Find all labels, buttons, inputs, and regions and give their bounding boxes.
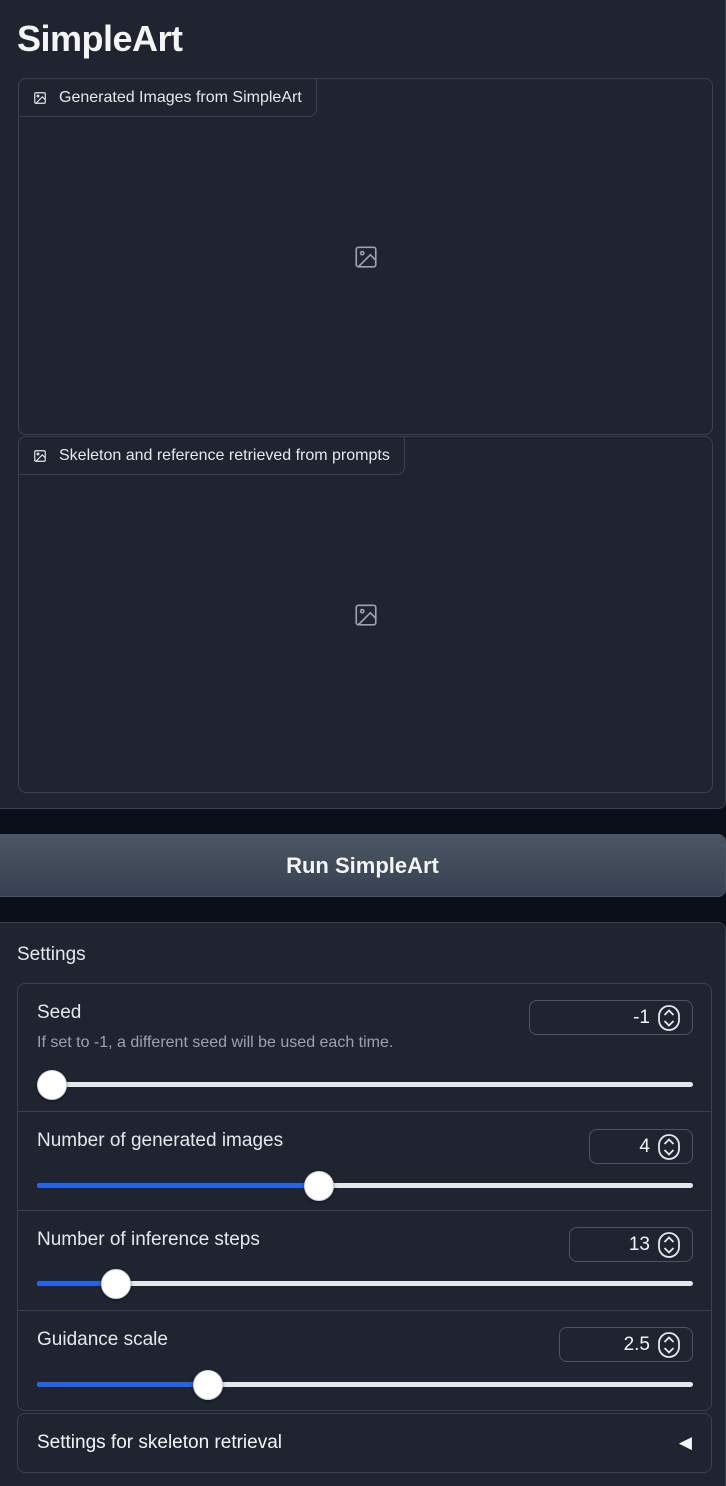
collapse-arrow-icon[interactable]: ◀: [679, 1433, 692, 1453]
seed-number-box[interactable]: [529, 1000, 693, 1035]
num-images-label: Number of generated images: [37, 1130, 284, 1151]
guidance-row: Guidance scale: [18, 1311, 711, 1410]
spinner-icon[interactable]: [658, 1004, 680, 1031]
spinner-icon[interactable]: [658, 1331, 680, 1358]
sliders-group: Seed If set to -1, a different seed will…: [17, 983, 712, 1411]
settings-panel: Settings Seed If set to -1, a different …: [0, 922, 726, 1486]
seed-slider-track[interactable]: [37, 1069, 693, 1100]
num-images-number-box[interactable]: [589, 1129, 693, 1164]
num-steps-number-box[interactable]: [569, 1227, 693, 1262]
spinner-icon[interactable]: [658, 1231, 680, 1258]
generated-images-gallery[interactable]: Generated Images from SimpleArt: [18, 78, 713, 435]
spinner-icon[interactable]: [658, 1133, 680, 1160]
guidance-slider-track[interactable]: [37, 1369, 693, 1400]
num-steps-slider-track[interactable]: [37, 1268, 693, 1299]
settings-title: Settings: [17, 944, 86, 965]
seed-label: Seed: [37, 1002, 82, 1023]
gallery-label-text: Generated Images from SimpleArt: [59, 88, 302, 106]
seed-input[interactable]: [530, 1006, 658, 1029]
seed-slider-thumb[interactable]: [37, 1069, 67, 1100]
seed-row: Seed If set to -1, a different seed will…: [18, 984, 711, 1112]
skeleton-retrieval-accordion[interactable]: Settings for skeleton retrieval ◀: [17, 1413, 712, 1473]
guidance-input[interactable]: [560, 1333, 658, 1356]
num-images-input[interactable]: [590, 1135, 658, 1158]
num-steps-label: Number of inference steps: [37, 1229, 260, 1250]
num-steps-input[interactable]: [570, 1233, 658, 1256]
guidance-number-box[interactable]: [559, 1327, 693, 1362]
num-steps-slider-thumb[interactable]: [100, 1268, 131, 1299]
accordion-label: Settings for skeleton retrieval: [37, 1432, 283, 1453]
image-icon: [33, 449, 47, 463]
gallery-label: Skeleton and reference retrieved from pr…: [18, 436, 405, 475]
app-title: SimpleArt: [17, 18, 183, 59]
gallery-label: Generated Images from SimpleArt: [18, 78, 317, 117]
num-steps-row: Number of inference steps: [18, 1211, 711, 1311]
skeleton-reference-gallery[interactable]: Skeleton and reference retrieved from pr…: [18, 436, 713, 793]
seed-info: If set to -1, a different seed will be u…: [37, 1034, 394, 1051]
num-images-slider-fill: [37, 1183, 320, 1188]
guidance-label: Guidance scale: [37, 1329, 168, 1350]
image-placeholder-icon: [353, 602, 379, 628]
gallery-label-text: Skeleton and reference retrieved from pr…: [59, 446, 390, 464]
num-images-slider-thumb[interactable]: [304, 1170, 335, 1201]
image-icon: [33, 91, 47, 105]
guidance-slider-thumb[interactable]: [192, 1369, 223, 1400]
num-images-slider-track[interactable]: [37, 1170, 693, 1201]
image-placeholder-icon: [353, 244, 379, 270]
num-images-row: Number of generated images: [18, 1112, 711, 1211]
run-simpleart-button[interactable]: Run SimpleArt: [0, 834, 726, 897]
guidance-slider-fill: [37, 1382, 208, 1387]
output-panel: SimpleArt Generated Images from SimpleAr…: [0, 0, 726, 809]
